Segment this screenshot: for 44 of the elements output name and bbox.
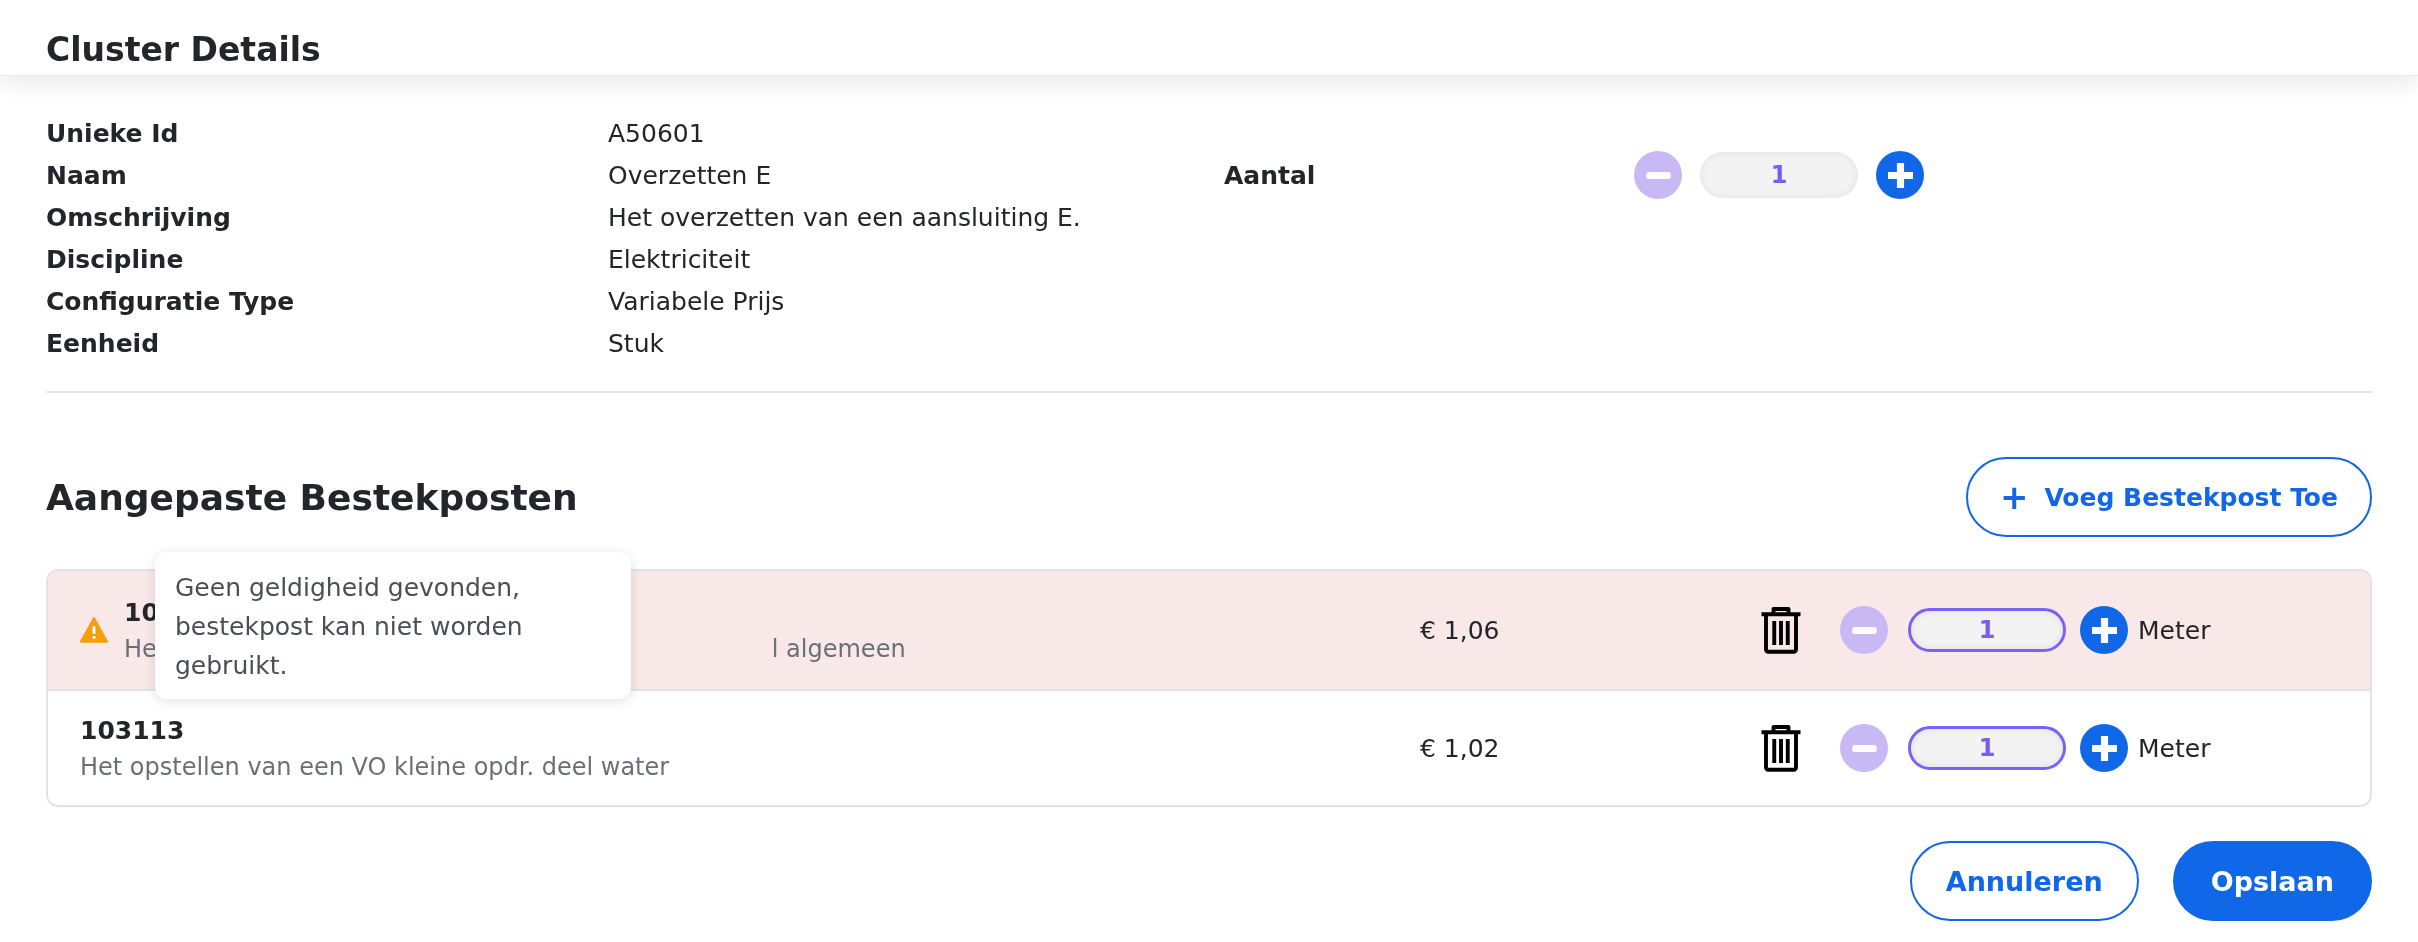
- cancel-button[interactable]: Annuleren: [1909, 841, 2139, 921]
- item-description: l algemeen: [771, 634, 906, 663]
- field-value: Overzetten E: [608, 160, 772, 190]
- plus-icon: [2091, 617, 2117, 643]
- field-label: Discipline: [46, 244, 184, 274]
- field-label: Unieke Id: [46, 118, 179, 148]
- delete-button[interactable]: [1760, 724, 1802, 772]
- quantity-field[interactable]: 1: [1908, 726, 2066, 770]
- save-button[interactable]: Opslaan: [2172, 841, 2372, 921]
- field-value: A50601: [608, 118, 705, 148]
- add-item-button[interactable]: + Voeg Bestekpost Toe: [1965, 457, 2372, 537]
- quantity-field[interactable]: 1: [1700, 152, 1858, 198]
- trash-icon: [1760, 606, 1802, 654]
- unit-label: Meter: [2138, 615, 2211, 645]
- field-value: Het overzetten van een aansluiting E.: [608, 202, 1081, 232]
- item-price: € 1,02: [1420, 733, 1501, 763]
- warning-icon: [80, 617, 108, 643]
- plus-icon: [2091, 735, 2117, 761]
- minus-icon: [1851, 626, 1877, 634]
- page-title: Cluster Details: [46, 30, 321, 69]
- trash-icon: [1760, 724, 1802, 772]
- plus-icon: [1887, 162, 1913, 188]
- minus-icon: [1645, 171, 1671, 179]
- field-value: Variabele Prijs: [608, 286, 785, 316]
- section-title: Aangepaste Bestekposten: [46, 476, 578, 518]
- tooltip: Geen geldigheid gevonden, bestekpost kan niet worden gebruikt.: [155, 552, 631, 699]
- field-label: Aantal: [1224, 160, 1317, 190]
- unit-label: Meter: [2138, 733, 2211, 763]
- item-code: 103113: [80, 715, 185, 745]
- field-label: Configuratie Type: [46, 286, 295, 316]
- field-value: Elektriciteit: [608, 244, 751, 274]
- minus-icon: [1851, 744, 1877, 752]
- quantity-field[interactable]: 1: [1908, 608, 2066, 652]
- field-label: Naam: [46, 160, 127, 190]
- field-label: Eenheid: [46, 328, 160, 358]
- item-description: He: [124, 634, 157, 663]
- item-price: € 1,06: [1420, 615, 1501, 645]
- delete-button[interactable]: [1760, 606, 1802, 654]
- field-value: Stuk: [608, 328, 664, 358]
- increase-button[interactable]: [2080, 724, 2128, 772]
- increase-button[interactable]: [2080, 606, 2128, 654]
- field-label: Omschrijving: [46, 202, 231, 232]
- increase-button[interactable]: [1876, 151, 1924, 199]
- item-description: Het opstellen van een VO kleine opdr. deel water: [80, 752, 670, 781]
